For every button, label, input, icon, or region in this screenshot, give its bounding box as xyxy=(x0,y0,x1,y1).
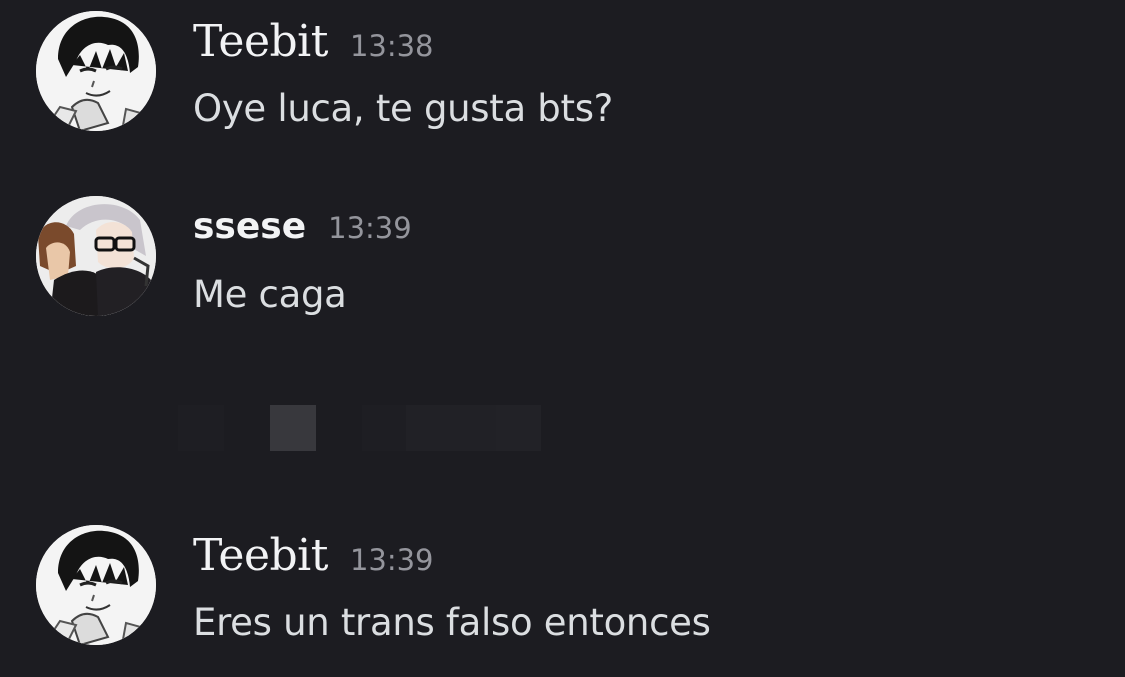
user-avatar[interactable] xyxy=(36,196,156,316)
redaction-block xyxy=(406,405,496,451)
username[interactable]: Teebit xyxy=(193,16,328,67)
redaction-block xyxy=(178,405,224,451)
message-header: Teebit 13:38 xyxy=(193,16,434,67)
timestamp: 13:39 xyxy=(349,543,434,577)
message-header: Teebit 13:39 xyxy=(193,530,434,581)
message-text: Me caga xyxy=(193,273,347,316)
redaction-block xyxy=(270,405,316,451)
anime-duo-avatar-icon xyxy=(36,196,156,316)
chat-screen: { "messages": [ { "username": "Teebit", … xyxy=(0,0,1125,677)
timestamp: 13:39 xyxy=(328,211,412,245)
redaction-block xyxy=(362,405,406,451)
username[interactable]: Teebit xyxy=(193,530,328,581)
timestamp: 13:38 xyxy=(349,29,434,63)
message-header: ssese 13:39 xyxy=(193,206,412,247)
manga-portrait-avatar-icon xyxy=(36,11,156,131)
message-text: Oye luca, te gusta bts? xyxy=(193,87,614,130)
username[interactable]: ssese xyxy=(193,206,306,247)
manga-portrait-avatar-icon xyxy=(36,525,156,645)
redaction-block xyxy=(496,405,541,451)
user-avatar[interactable] xyxy=(36,525,156,645)
message-text: Eres un trans falso entonces xyxy=(193,601,711,644)
user-avatar[interactable] xyxy=(36,11,156,131)
